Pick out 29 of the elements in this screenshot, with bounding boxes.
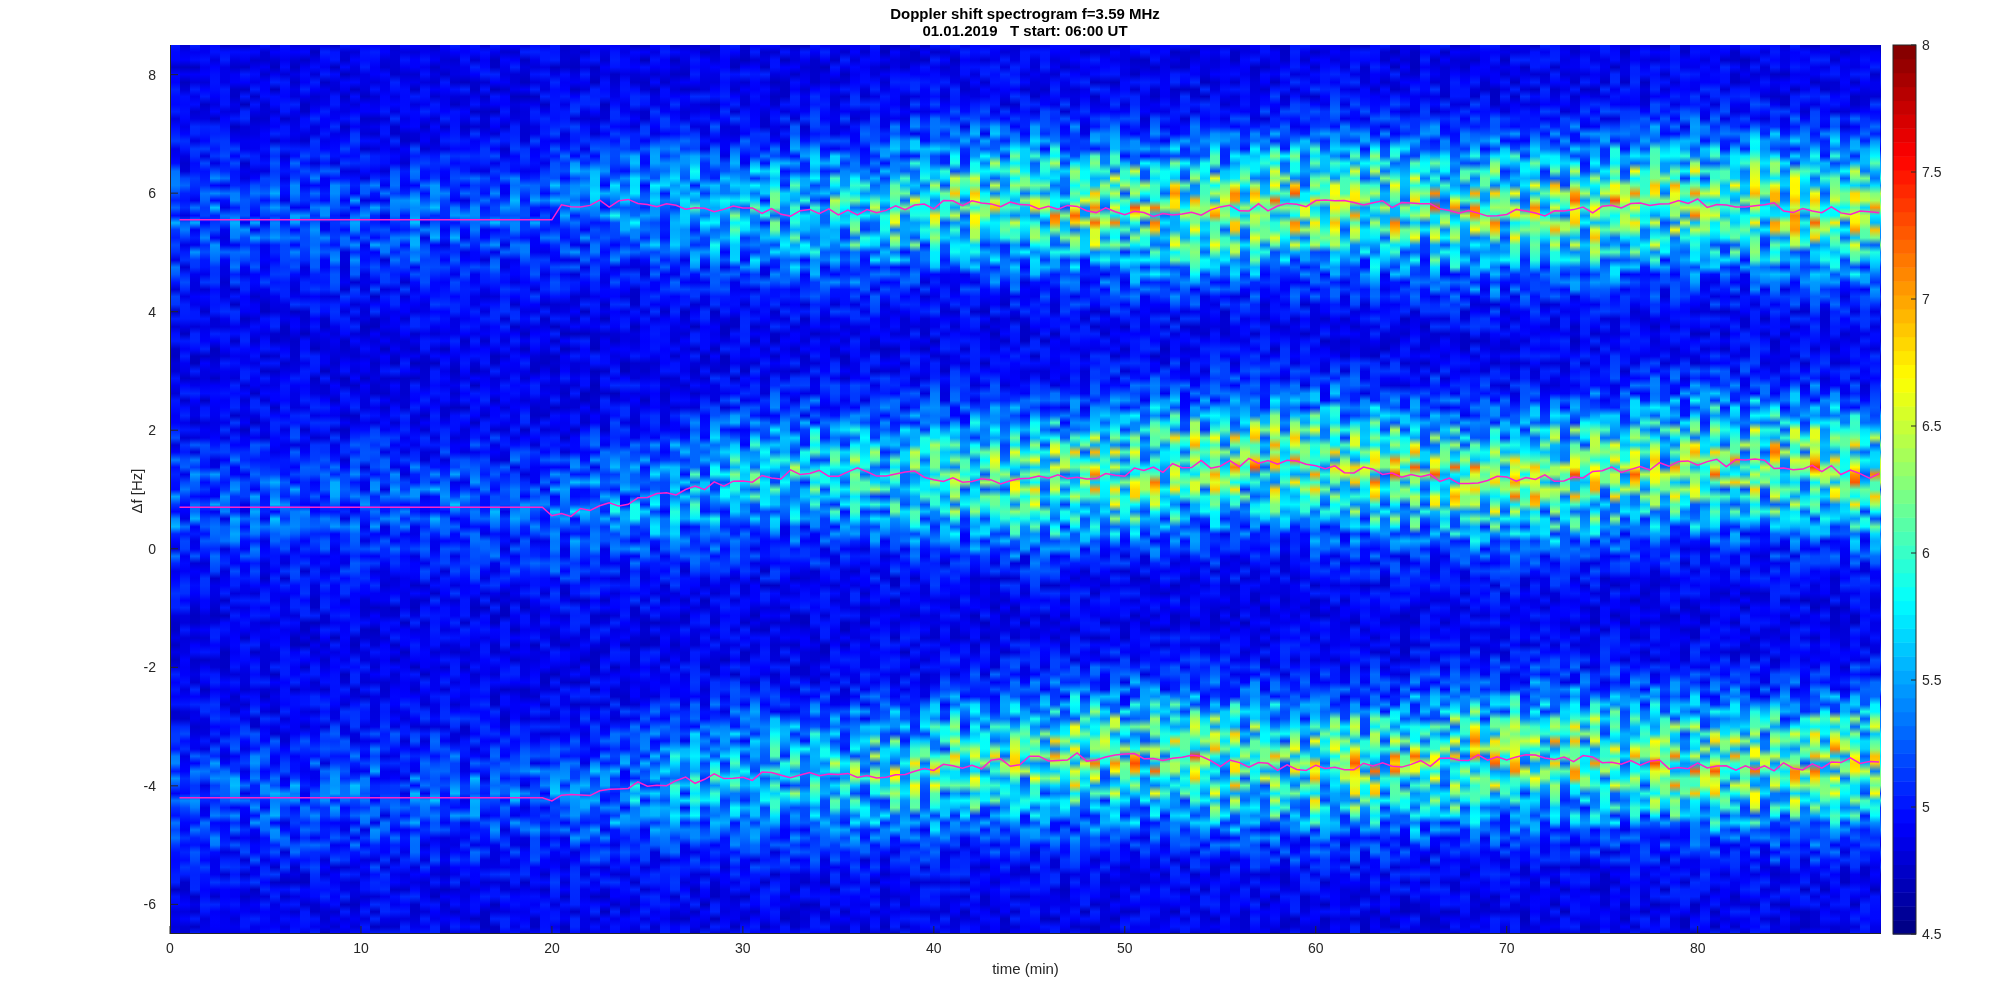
x-tick-label: 30 xyxy=(735,940,751,956)
y-tick-label: -2 xyxy=(143,659,156,676)
colorbar-tick-label: 8 xyxy=(1922,37,1930,53)
y-axis-label: Δf [Hz] xyxy=(128,468,145,514)
colorbar-tick-label: 6.5 xyxy=(1922,418,1942,434)
x-tick-label: 0 xyxy=(166,940,174,956)
y-tick-label: 2 xyxy=(148,422,156,439)
y-tick-label: 6 xyxy=(148,185,156,202)
x-axis-label: time (min) xyxy=(992,960,1059,977)
chart-title: Doppler shift spectrogram f=3.59 MHz xyxy=(890,5,1160,22)
y-tick-label: 8 xyxy=(148,66,156,83)
x-tick-label: 50 xyxy=(1117,940,1133,956)
y-tick-label: 4 xyxy=(148,303,156,320)
colorbar-tick-label: 5.5 xyxy=(1922,672,1942,688)
colorbar-tick-label: 6 xyxy=(1922,545,1930,561)
chart-title: 01.01.2019 T start: 06:00 UT xyxy=(922,22,1128,39)
colorbar-tick-label: 5 xyxy=(1922,799,1930,815)
x-tick-label: 40 xyxy=(926,940,942,956)
y-tick-label: -6 xyxy=(143,896,156,913)
y-tick-label: 0 xyxy=(148,540,156,557)
x-tick-label: 80 xyxy=(1689,940,1706,956)
y-tick-label: -4 xyxy=(143,777,156,794)
x-tick-label: 60 xyxy=(1307,940,1324,956)
colorbar-tick-label: 7 xyxy=(1922,291,1930,307)
x-tick-label: 10 xyxy=(353,940,369,956)
colorbar-tick-label: 4.5 xyxy=(1922,926,1942,942)
x-tick-label: 20 xyxy=(544,940,560,956)
x-tick-label: 70 xyxy=(1498,940,1515,956)
colorbar-tick-label: 7.5 xyxy=(1922,164,1942,180)
